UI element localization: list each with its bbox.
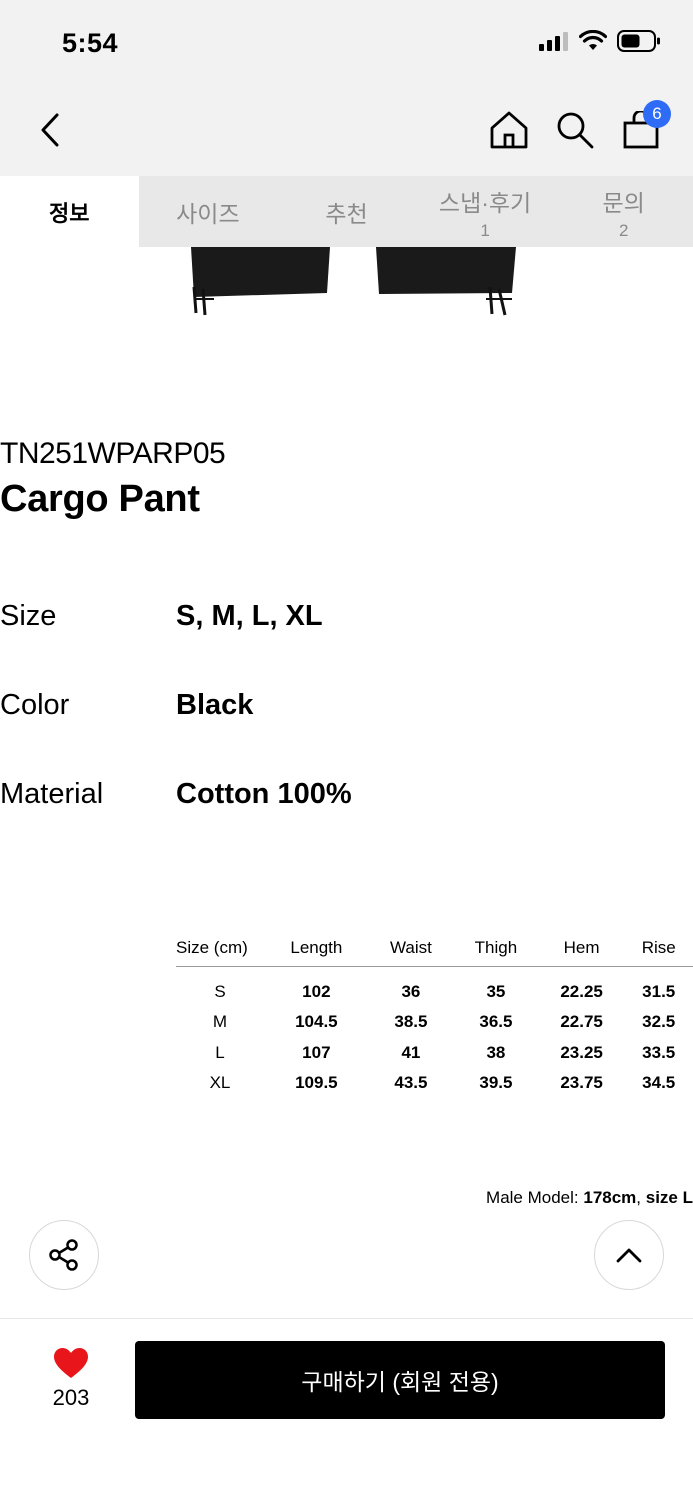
table-cell: S	[214, 981, 226, 1001]
table-cell: 22.75	[560, 1012, 603, 1032]
column-header: Size (cm)	[176, 930, 264, 967]
table-cell: 33.5	[642, 1042, 676, 1062]
table-cell: 23.25	[560, 1042, 603, 1062]
table-cell: 38.5	[394, 1012, 428, 1032]
share-icon	[49, 1239, 78, 1271]
battery-icon	[617, 30, 661, 57]
status-time: 5:54	[62, 28, 119, 58]
table-cell: 31.5	[642, 981, 676, 1001]
chevron-left-icon	[41, 113, 59, 147]
buy-button[interactable]: 구매하기 (회원 전용)	[135, 1341, 665, 1419]
tab-label: 스냅·후기	[438, 190, 532, 216]
model-info-note: Male Model: 178cm, size L	[486, 1188, 693, 1208]
tab-label: 사이즈	[176, 200, 240, 227]
table-cell: 22.25	[560, 981, 603, 1001]
share-button[interactable]	[29, 1220, 99, 1290]
tab-recommend[interactable]: 추천	[277, 176, 416, 247]
cellular-signal-icon	[539, 31, 569, 56]
tab-size[interactable]: 사이즈	[139, 176, 278, 247]
column-header: Thigh	[453, 930, 539, 967]
chevron-up-icon	[616, 1248, 642, 1263]
table-row: L 107 41 38 23.25 33.5	[176, 1038, 693, 1069]
spec-label: Color	[0, 689, 70, 721]
table-cell: 104.5	[295, 1012, 338, 1032]
product-code: TN251WPARP05	[0, 437, 226, 470]
table-cell: 35	[486, 981, 506, 1001]
spec-value: Black	[176, 689, 254, 721]
table-cell: M	[212, 1012, 228, 1032]
model-note-sep: ,	[636, 1188, 646, 1207]
home-icon	[490, 111, 528, 149]
table-cell: 34.5	[642, 1073, 676, 1093]
table-cell: 36	[401, 981, 421, 1001]
like-button[interactable]: 203	[40, 1347, 102, 1411]
status-icons	[539, 29, 661, 57]
model-height: 178cm	[583, 1188, 637, 1207]
table-cell: L	[215, 1042, 225, 1062]
search-icon	[557, 112, 594, 149]
search-button[interactable]	[553, 106, 597, 154]
like-count: 203	[52, 1385, 90, 1410]
spec-row-size: Size S, M, L, XL	[0, 600, 693, 640]
table-cell: 36.5	[479, 1012, 513, 1032]
column-header: Waist	[368, 930, 454, 967]
tab-count: 2	[618, 221, 629, 240]
model-size: size L	[645, 1188, 693, 1207]
table-cell: 107	[302, 1042, 331, 1062]
size-chart-table: Size (cm) Length Waist Thigh Hem Rise S …	[176, 930, 693, 1099]
top-navigation: 6	[0, 88, 693, 176]
table-row: XL 109.5 43.5 39.5 23.75 34.5	[176, 1068, 693, 1099]
home-button[interactable]	[487, 106, 531, 154]
tab-inquiry[interactable]: 문의 2	[554, 176, 693, 247]
spec-label: Material	[0, 778, 104, 810]
tab-label: 문의	[602, 190, 645, 216]
table-row: M 104.5 38.5 36.5 22.75 32.5	[176, 1007, 693, 1038]
tab-snap-review[interactable]: 스냅·후기 1	[416, 176, 555, 247]
wifi-icon	[578, 29, 608, 57]
heart-icon	[54, 1348, 88, 1378]
spec-label: Size	[0, 600, 57, 632]
table-cell: 32.5	[642, 1012, 676, 1032]
status-bar: 5:54	[0, 0, 693, 88]
bottom-action-bar: 203 구매하기 (회원 전용)	[0, 1318, 693, 1500]
table-cell: 109.5	[295, 1073, 338, 1093]
table-row: S 102 36 35 22.25 31.5	[176, 966, 693, 1007]
back-button[interactable]	[30, 108, 70, 152]
spec-row-color: Color Black	[0, 689, 693, 729]
column-header: Rise	[624, 930, 693, 967]
model-note-prefix: Male Model:	[486, 1188, 584, 1207]
column-header: Hem	[538, 930, 625, 967]
column-header: Length	[264, 930, 369, 967]
tab-info[interactable]: 정보	[0, 176, 139, 247]
cart-button[interactable]: 6	[619, 100, 671, 154]
scroll-to-top-button[interactable]	[594, 1220, 664, 1290]
spec-value: Cotton 100%	[176, 778, 352, 810]
table-cell: 38	[486, 1042, 506, 1062]
table-header-row: Size (cm) Length Waist Thigh Hem Rise	[176, 930, 693, 967]
table-cell: 102	[302, 981, 331, 1001]
spec-row-material: Material Cotton 100%	[0, 778, 693, 818]
table-cell: 23.75	[560, 1073, 603, 1093]
table-cell: XL	[209, 1073, 231, 1093]
tab-label: 추천	[325, 200, 368, 227]
spec-value: S, M, L, XL	[176, 600, 323, 632]
table-cell: 39.5	[479, 1073, 513, 1093]
table-cell: 41	[401, 1042, 421, 1062]
table-cell: 43.5	[394, 1073, 428, 1093]
tab-count: 1	[480, 221, 490, 240]
product-name: Cargo Pant	[0, 478, 200, 520]
product-image	[0, 247, 693, 337]
section-tab-bar: 정보 사이즈 추천 스냅·후기 1 문의 2	[0, 176, 693, 247]
cart-count-badge: 6	[643, 100, 671, 128]
tab-label: 정보	[49, 200, 90, 226]
